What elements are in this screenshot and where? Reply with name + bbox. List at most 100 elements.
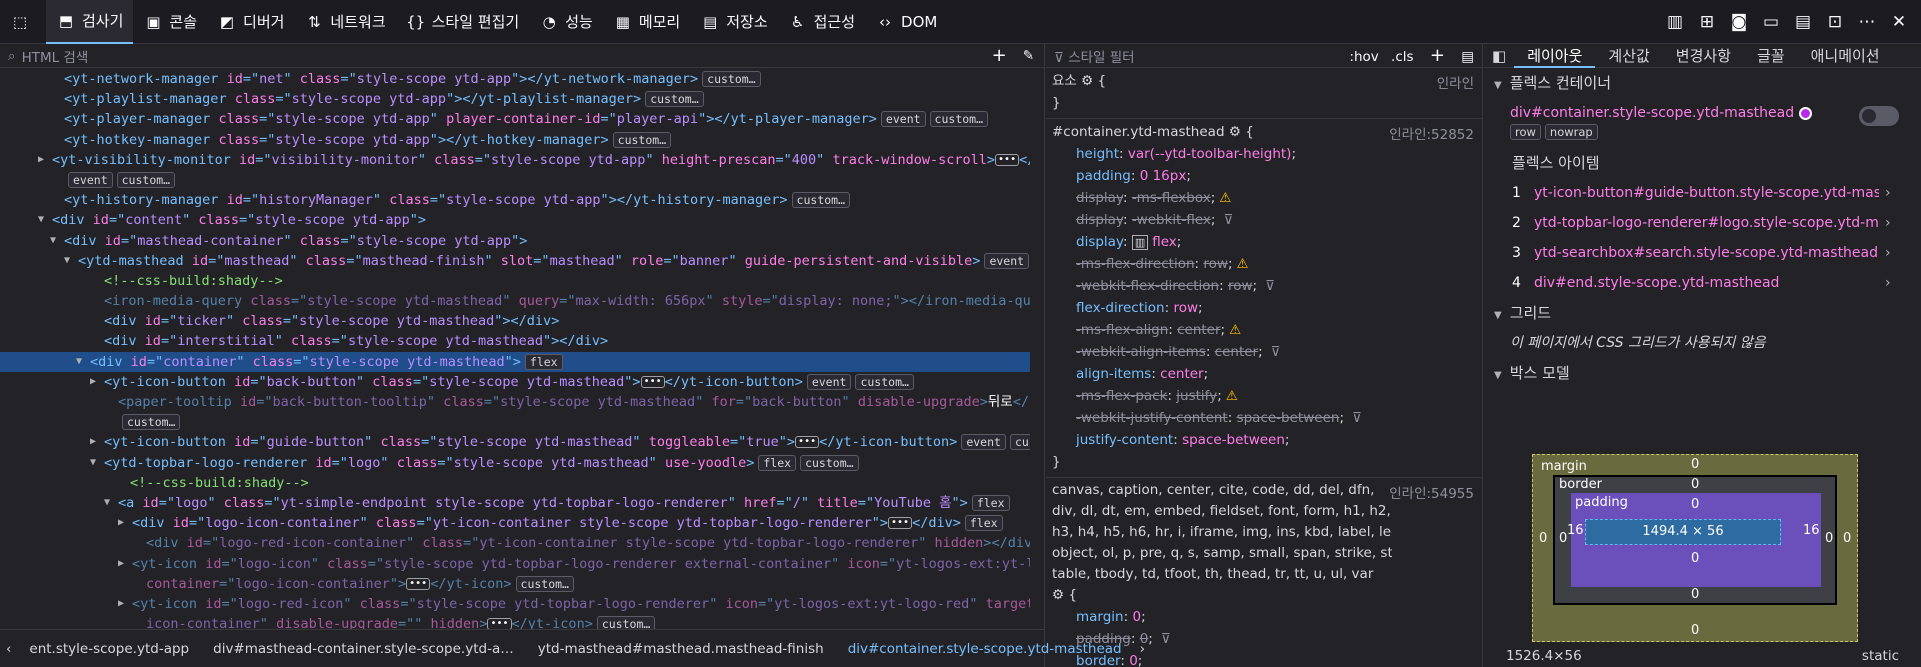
markup-node[interactable]: ▼ <div id="container" class="style-scope … (0, 351, 1030, 372)
css-declaration[interactable]: -ms-flex-direction: row; ⚠ (1052, 253, 1476, 275)
collapsed-content-icon[interactable]: ••• (795, 436, 820, 449)
toggle-sidebar-icon[interactable]: ◧ (1484, 47, 1514, 65)
property-value[interactable]: flex (1152, 234, 1177, 250)
tab-console[interactable]: ▣ 콘솔 (133, 0, 207, 44)
property-name[interactable]: padding (1076, 631, 1131, 647)
markup-node[interactable]: ▶ <yt-visibility-monitor id="visibility-m… (0, 150, 1030, 170)
property-name[interactable]: -webkit-align-items (1076, 344, 1206, 360)
markup-node[interactable]: <iron-media-query class="style-scope ytd… (0, 291, 1030, 311)
filter-icon[interactable]: ⊽ (1161, 631, 1171, 647)
property-value[interactable]: 0 (1129, 653, 1138, 667)
tab-storage[interactable]: ▤ 저장소 (690, 0, 777, 44)
node-badge[interactable]: event (880, 111, 926, 128)
markup-node[interactable]: custom… (0, 412, 1030, 432)
border-top[interactable]: 0 (1691, 477, 1699, 492)
property-value[interactable]: row (1228, 278, 1253, 294)
flex-item[interactable]: 4 div#end.style-scope.ytd-masthead › (1484, 268, 1921, 298)
css-declaration[interactable]: padding: 0 16px; (1052, 165, 1476, 187)
flex-item[interactable]: 1 yt-icon-button#guide-button.style-scope… (1484, 178, 1921, 208)
padding-bottom[interactable]: 0 (1691, 551, 1699, 566)
ruler-icon[interactable]: ▤ (1787, 12, 1819, 32)
box-content[interactable]: 1494.4 × 56 (1585, 519, 1781, 545)
markup-node[interactable]: <!--css-build:shady--> (0, 473, 1030, 493)
screenshot-icon[interactable]: ◙ (1723, 12, 1755, 32)
collapse-arrow-icon[interactable]: ▶ (90, 372, 102, 392)
markup-node[interactable]: ▼ <ytd-masthead id="masthead" class="mast… (0, 251, 1030, 271)
margin-right[interactable]: 0 (1843, 531, 1851, 546)
measure-icon[interactable]: ▭ (1755, 12, 1787, 32)
property-value[interactable]: justify (1176, 388, 1217, 404)
cls-toggle[interactable]: .cls (1391, 49, 1414, 65)
css-declaration[interactable]: align-items: center; (1052, 363, 1476, 385)
markup-node[interactable]: icon-container" disable-upgrade="" hidde… (0, 614, 1030, 629)
node-badge[interactable]: event (961, 434, 1006, 451)
node-badge[interactable]: flex (758, 454, 797, 471)
node-badge[interactable]: flex (971, 494, 1010, 511)
event-badge[interactable]: event (68, 171, 113, 188)
property-name[interactable]: align-items (1076, 366, 1151, 382)
layout-tab[interactable]: 글꼴 (1744, 44, 1798, 68)
add-node-icon[interactable]: + (992, 45, 1007, 66)
markup-node[interactable]: ▼ <ytd-topbar-logo-renderer id="logo" cla… (0, 453, 1030, 473)
border-right[interactable]: 0 (1825, 531, 1833, 546)
hov-toggle[interactable]: :hov (1349, 49, 1378, 65)
expand-arrow-icon[interactable]: ▼ (38, 210, 50, 230)
filter-icon[interactable]: ⊽ (1265, 278, 1275, 294)
property-value[interactable]: space-between (1237, 410, 1340, 426)
filter-icon[interactable]: ⊽ (1352, 410, 1362, 426)
property-value[interactable]: -webkit-flex (1132, 212, 1211, 228)
node-badge[interactable]: flex (964, 515, 1003, 532)
node-badge[interactable]: custom… (855, 373, 914, 390)
expand-arrow-icon[interactable]: ▼ (64, 251, 76, 271)
property-name[interactable]: padding (1076, 168, 1131, 184)
tab-style-editor[interactable]: {} 스타일 편집기 (396, 0, 530, 44)
responsive-icon[interactable]: ⊞ (1691, 12, 1723, 32)
property-value[interactable]: center (1215, 344, 1258, 360)
property-name[interactable]: justify-content (1076, 432, 1173, 448)
margin-left[interactable]: 0 (1539, 531, 1547, 546)
filter-icon[interactable]: ⊽ (1271, 344, 1281, 360)
gear-icon[interactable]: ⚙ { (1052, 587, 1077, 603)
warning-icon[interactable]: ⚠ (1226, 388, 1238, 404)
warning-icon[interactable]: ⚠ (1219, 190, 1231, 206)
css-declaration[interactable]: flex-direction: row; (1052, 297, 1476, 319)
property-value[interactable]: var(--ytd-toolbar-height) (1128, 146, 1292, 162)
css-declaration[interactable]: display: -ms-flexbox; ⚠ (1052, 187, 1476, 209)
tab-debugger[interactable]: ◩ 디버거 (207, 0, 294, 44)
property-value[interactable]: -ms-flexbox (1132, 190, 1211, 206)
markup-node[interactable]: ▶ <yt-icon-button id="guide-button" class… (0, 432, 1030, 452)
collapsed-content-icon[interactable]: ••• (640, 375, 665, 388)
css-declaration[interactable]: display: -webkit-flex; ⊽ (1052, 209, 1476, 231)
collapsed-content-icon[interactable]: ••• (406, 577, 431, 590)
property-name[interactable]: border (1076, 653, 1120, 667)
tab-inspector[interactable]: ⬒ 검사기 (46, 0, 134, 44)
css-declaration[interactable]: -ms-flex-pack: justify; ⚠ (1052, 385, 1476, 407)
markup-node[interactable]: <yt-hotkey-manager class="style-scope yt… (0, 130, 1030, 150)
html-search[interactable]: ⌕ HTML 검색 + ✎ (0, 44, 1044, 68)
node-badge[interactable]: custom… (929, 111, 989, 128)
frame-select-icon[interactable]: ▥ (1659, 12, 1691, 32)
tab-network[interactable]: ⇅ 네트워크 (294, 0, 395, 44)
property-name[interactable]: -webkit-flex-direction (1076, 278, 1219, 294)
node-badge[interactable]: custom… (800, 454, 859, 471)
markup-node[interactable]: <div id="logo-red-icon-container" class=… (0, 533, 1030, 553)
css-declaration[interactable]: border: 0; (1052, 650, 1476, 667)
more-icon[interactable]: ⋯ (1851, 12, 1883, 32)
collapse-arrow-icon[interactable]: ▶ (118, 554, 130, 574)
property-name[interactable]: -ms-flex-pack (1076, 388, 1167, 404)
margin-top[interactable]: 0 (1691, 457, 1699, 472)
breadcrumb-item[interactable]: div#masthead-container.style-scope.ytd-a… (201, 641, 526, 657)
breadcrumb-item[interactable]: ytd-masthead#masthead.masthead-finish (526, 641, 836, 657)
markup-node[interactable]: ▼ <div id="masthead-container" class="sty… (0, 231, 1030, 251)
markup-node[interactable]: ▶ <yt-icon id="logo-red-icon" class="styl… (0, 594, 1030, 614)
eyedropper-icon[interactable]: ✎ (1023, 48, 1034, 64)
collapsed-content-icon[interactable]: ••• (995, 153, 1020, 166)
markup-node[interactable]: <paper-tooltip id="back-button-tooltip" … (0, 392, 1030, 412)
markup-node[interactable]: <yt-player-manager class="style-scope yt… (0, 109, 1030, 129)
breadcrumb-left-arrow[interactable]: ‹ (0, 641, 17, 657)
padding-right[interactable]: 16 (1803, 523, 1820, 538)
property-value[interactable]: 0 16px (1140, 168, 1187, 184)
markup-node[interactable]: <div id="interstitial" class="style-scop… (0, 331, 1030, 351)
property-name[interactable]: display (1076, 190, 1123, 206)
property-name[interactable]: height (1076, 146, 1119, 162)
